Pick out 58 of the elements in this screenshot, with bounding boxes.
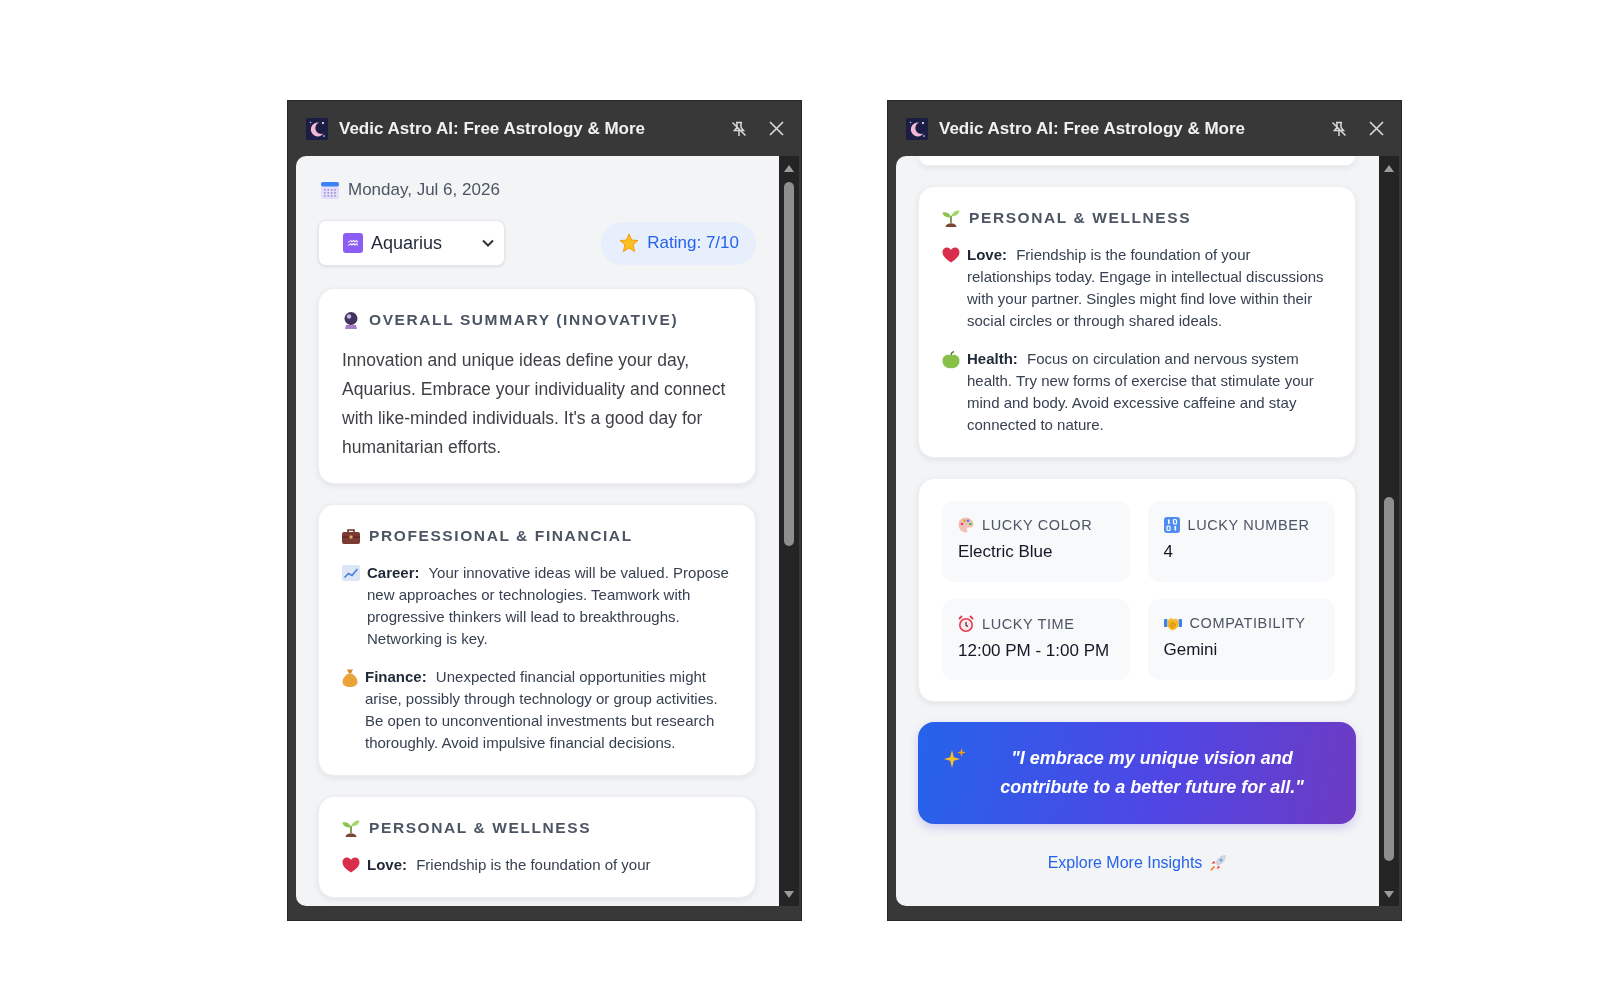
- rating-text: Rating: 7/10: [647, 233, 739, 253]
- moon-logo-icon: [306, 117, 328, 140]
- apple-icon: [942, 351, 960, 369]
- window-title: Vedic Astro AI: Free Astrology & More: [339, 118, 647, 139]
- zodiac-symbol: ♒: [343, 233, 363, 253]
- section-paragraph: Love: Friendship is the foundation of your: [367, 855, 652, 875]
- section-title: PROFESSIONAL & FINANCIAL: [369, 527, 633, 545]
- section-title: PERSONAL & WELLNESS: [969, 209, 1192, 227]
- scrollbar[interactable]: [779, 156, 799, 906]
- number-keys-icon: [1163, 517, 1180, 533]
- section-paragraph: Love: Friendship is the foundation of your relationships today. Engage in intellectual discussions with your partner. Singles might find love within their social circles or through shared ideals.: [967, 245, 1325, 331]
- tile-label: LUCKY NUMBER: [1187, 517, 1310, 533]
- close-icon: [769, 121, 784, 136]
- palette-icon: [958, 517, 974, 533]
- tile-label: LUCKY COLOR: [982, 517, 1093, 533]
- tile-value: 12:00 PM - 1:00 PM: [958, 641, 1111, 661]
- rocket-icon: [1210, 855, 1227, 871]
- section-title: OVERALL SUMMARY (INNOVATIVE): [369, 311, 679, 329]
- scroll-up-icon[interactable]: [784, 165, 794, 172]
- tile-value: Gemini: [1163, 640, 1219, 660]
- pin-slash-icon: [1330, 119, 1348, 138]
- tile-label: COMPATIBILITY: [1189, 615, 1306, 631]
- section-paragraph: Career: Your innovative ideas will be valued. Propose new approaches or technologies. Teamwork with progressive thinkers will lead to breakthroughs. Networking is key.: [367, 563, 730, 649]
- pin-slash-icon: [730, 119, 748, 138]
- tile-value: 4: [1163, 542, 1174, 562]
- section-paragraph: Health: Focus on circulation and nervous system health. Try new forms of exercise that stimulate your mind and body. Avoid excessive caffeine and stay connected to nature.: [967, 349, 1315, 435]
- chevron-down-icon: [482, 239, 494, 247]
- section-paragraph: Finance: Unexpected financial opportunities might arise, possibly through technology or group activities. Be open to unconventional investments but research thoroughly. Avoid impulsive financial decisions.: [365, 667, 719, 753]
- star-icon: [619, 233, 640, 253]
- section-title: PERSONAL & WELLNESS: [369, 819, 592, 837]
- seedling-icon: [342, 819, 360, 837]
- sparkles-icon: [944, 748, 966, 768]
- scroll-down-icon[interactable]: [1384, 891, 1394, 898]
- chart-icon: [342, 565, 360, 581]
- tile-value: Electric Blue: [958, 542, 1054, 562]
- sign-select[interactable]: ♒ Aquarius: [318, 220, 505, 266]
- explore-link[interactable]: Explore More Insights: [1047, 854, 1227, 872]
- scrollbar-thumb[interactable]: [784, 182, 794, 546]
- scroll-up-icon[interactable]: [1384, 165, 1394, 172]
- alarm-clock-icon: [958, 615, 974, 632]
- heart-icon: [342, 857, 360, 873]
- heart-icon: [942, 247, 960, 263]
- scrollbar-thumb[interactable]: [1384, 497, 1394, 861]
- crystal-ball-icon: [342, 311, 360, 329]
- date-text: Monday, Jul 6, 2026: [348, 180, 500, 200]
- moon-logo-icon: [906, 117, 928, 140]
- calendar-icon: [321, 181, 339, 199]
- scroll-down-icon[interactable]: [784, 891, 794, 898]
- money-bag-icon: [342, 669, 358, 687]
- scrollbar[interactable]: [1379, 156, 1399, 906]
- quote-text: "I embrace my unique vision and contribute to a better future for all.": [999, 747, 1305, 799]
- tile-label: LUCKY TIME: [982, 615, 1075, 632]
- close-icon: [1369, 121, 1384, 136]
- briefcase-icon: [342, 528, 360, 544]
- seedling-icon: [942, 209, 960, 227]
- window-title: Vedic Astro AI: Free Astrology & More: [939, 118, 1247, 139]
- handshake-icon: [1163, 615, 1182, 631]
- summary-text: Innovation and unique ideas define your day, Aquarius. Embrace your individuality and connect with like-minded individuals. It's a good day for humanitarian efforts.: [342, 349, 727, 459]
